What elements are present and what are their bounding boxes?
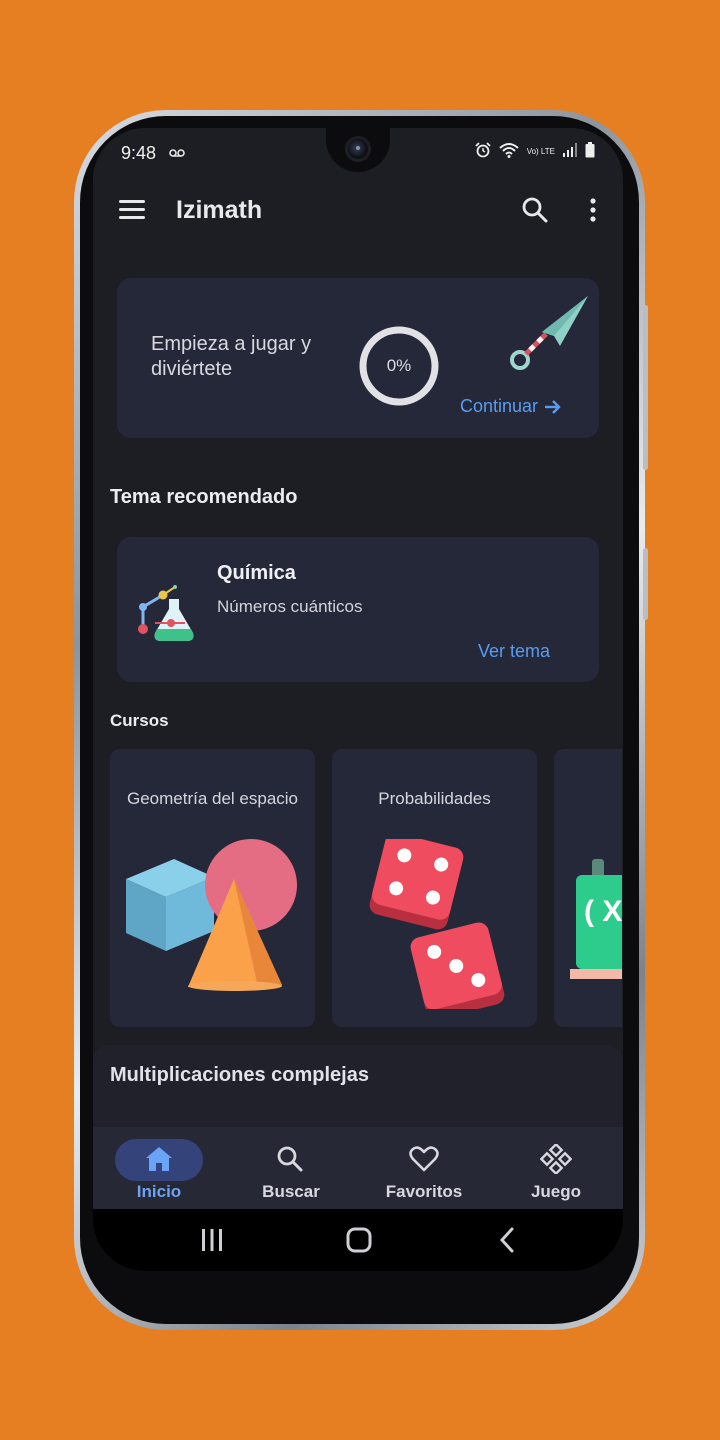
- arrow-right-icon: [545, 399, 561, 414]
- system-navigation-bar: [93, 1209, 623, 1271]
- next-section: Multiplicaciones complejas: [93, 1045, 623, 1135]
- search-icon: [277, 1146, 303, 1172]
- nav-item-juego[interactable]: Juego: [490, 1127, 622, 1209]
- progress-card: Empieza a jugar y diviértete 0% Continua…: [117, 278, 599, 438]
- bottom-navigation: Inicio Buscar Favoritos Juego: [93, 1127, 623, 1209]
- continue-button[interactable]: Continuar: [460, 396, 562, 417]
- heart-icon: [409, 1146, 439, 1172]
- phone-screen: 9:48 Vo) LTE Izimath Empieza a jugar y d…: [93, 128, 623, 1271]
- home-button-icon[interactable]: [346, 1227, 372, 1253]
- power-button: [643, 548, 648, 620]
- volte-icon: Vo) LTE: [526, 146, 555, 156]
- next-section-title: Multiplicaciones complejas: [110, 1064, 369, 1086]
- nav-item-favoritos[interactable]: Favoritos: [358, 1127, 490, 1209]
- recommended-topic-card[interactable]: Química Números cuánticos Ver tema: [117, 537, 599, 682]
- chalkboard-text: ( X: [584, 895, 622, 928]
- recommended-topic-subtitle: Números cuánticos: [217, 597, 363, 616]
- nav-label: Inicio: [136, 1182, 182, 1201]
- status-icons: Vo) LTE: [475, 142, 595, 161]
- battery-icon: [585, 142, 595, 161]
- status-time: 9:48: [121, 143, 157, 163]
- course-card-algebra[interactable]: ( X: [554, 749, 622, 1027]
- app-title: Izimath: [176, 196, 263, 224]
- recents-icon[interactable]: [200, 1227, 224, 1253]
- course-title: Probabilidades: [378, 789, 491, 808]
- menu-icon[interactable]: [119, 200, 145, 220]
- volume-button: [643, 305, 648, 470]
- nav-item-inicio[interactable]: Inicio: [93, 1127, 225, 1209]
- geometry-shapes-icon: [126, 839, 297, 991]
- wifi-icon: [499, 142, 519, 161]
- progress-percent: 0%: [386, 356, 412, 375]
- app-bar: Izimath: [93, 186, 623, 234]
- more-vert-icon[interactable]: [587, 196, 599, 229]
- recommended-section-title: Tema recomendado: [110, 486, 298, 508]
- course-card-probability[interactable]: Probabilidades: [332, 749, 537, 1027]
- courses-section-title: Cursos: [110, 711, 169, 730]
- signal-icon: [563, 143, 577, 160]
- course-card-geometry[interactable]: Geometría del espacio: [110, 749, 315, 1027]
- nav-item-buscar[interactable]: Buscar: [225, 1127, 357, 1209]
- voicemail-icon: [169, 145, 185, 161]
- gamepad-icon: [540, 1144, 572, 1174]
- home-icon: [146, 1147, 172, 1171]
- chalkboard-icon: ( X: [570, 859, 622, 979]
- nav-label: Favoritos: [385, 1182, 463, 1201]
- nav-label: Juego: [530, 1182, 582, 1201]
- alarm-icon: [475, 142, 491, 161]
- dice-icon: [369, 839, 505, 1009]
- progress-message: Empieza a jugar y diviértete: [151, 333, 312, 380]
- kunai-icon: [510, 296, 588, 370]
- front-camera: [345, 136, 371, 162]
- nav-label: Buscar: [262, 1182, 320, 1201]
- view-topic-link[interactable]: Ver tema: [478, 641, 550, 662]
- back-icon[interactable]: [498, 1227, 516, 1253]
- recommended-topic-name: Química: [217, 562, 296, 584]
- search-icon[interactable]: [521, 196, 549, 229]
- chemistry-flask-icon: [138, 585, 194, 641]
- course-title: Geometría del espacio: [126, 789, 299, 808]
- continue-label: Continuar: [460, 396, 539, 416]
